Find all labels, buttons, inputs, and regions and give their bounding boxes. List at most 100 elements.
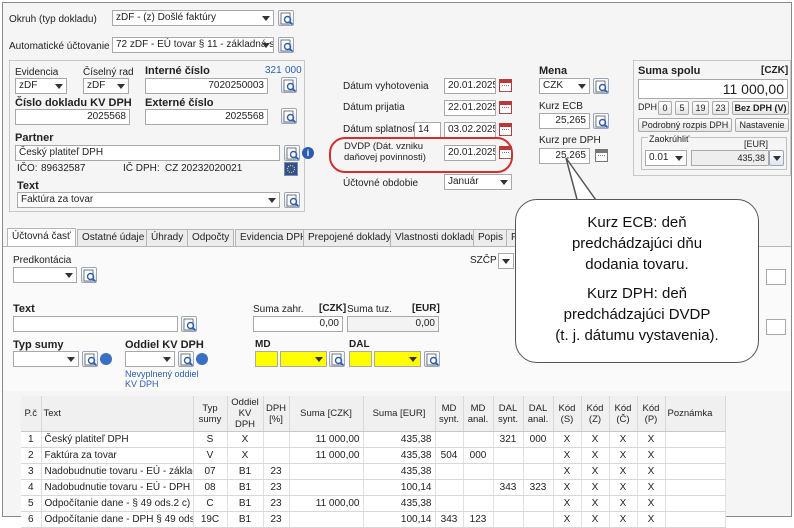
table-cell[interactable]: 323: [523, 479, 554, 496]
table-cell[interactable]: Faktúra za tovar: [41, 447, 194, 464]
search-icon[interactable]: [281, 77, 297, 93]
table-cell[interactable]: 08: [193, 479, 228, 496]
search-icon[interactable]: [593, 78, 609, 94]
table-cell[interactable]: 435,38: [363, 447, 436, 464]
table-cell[interactable]: 11 000,00: [289, 431, 364, 448]
col-header[interactable]: P.č: [21, 396, 42, 432]
table-cell[interactable]: [463, 463, 494, 480]
col-header[interactable]: Oddiel KV DPH: [227, 396, 264, 432]
search-icon[interactable]: [424, 351, 440, 367]
table-cell[interactable]: 123: [463, 511, 494, 528]
chevron-down-icon[interactable]: [769, 150, 784, 166]
table-cell[interactable]: X: [637, 495, 666, 512]
okruh-select[interactable]: zDF - (z) Došlé faktúry: [112, 10, 274, 26]
typ-sumy-select[interactable]: [13, 351, 79, 367]
text-select[interactable]: Faktúra za tovar: [17, 192, 280, 208]
table-cell[interactable]: X: [581, 431, 610, 448]
table-cell[interactable]: X: [227, 447, 264, 464]
table-cell[interactable]: [435, 495, 464, 512]
prijatia-input[interactable]: 22.01.2025: [444, 100, 496, 116]
table-cell[interactable]: B1: [227, 511, 264, 528]
table-cell[interactable]: [665, 479, 726, 496]
table-cell[interactable]: X: [553, 511, 582, 528]
table-cell[interactable]: 321: [493, 431, 524, 448]
table-cell[interactable]: [665, 511, 726, 528]
total-input[interactable]: 11 000,00: [638, 79, 788, 99]
table-cell[interactable]: X: [609, 431, 638, 448]
search-icon[interactable]: [593, 113, 609, 129]
table-cell[interactable]: 343: [435, 511, 464, 528]
tab-uhrady[interactable]: Úhrady: [146, 229, 189, 246]
col-header[interactable]: MD anal.: [463, 396, 494, 432]
calendar-icon[interactable]: [499, 101, 512, 114]
table-cell[interactable]: Odpočítanie dane - DPH § 49 ods.2 c): [41, 511, 194, 528]
ciselny-rad-select[interactable]: zDF: [83, 78, 129, 94]
md-anal-select[interactable]: [280, 351, 327, 367]
col-header[interactable]: DAL anal.: [523, 396, 554, 432]
table-cell[interactable]: X: [637, 479, 666, 496]
right-field-2[interactable]: [766, 319, 786, 335]
calendar-icon[interactable]: [499, 123, 512, 136]
rate-button[interactable]: 23: [712, 101, 729, 115]
info-icon[interactable]: [196, 353, 208, 365]
tab-ostatne-udaje[interactable]: Ostatné údaje: [77, 229, 150, 246]
table-cell[interactable]: [523, 447, 554, 464]
predkontacia-select[interactable]: [13, 267, 77, 283]
table-cell[interactable]: [435, 479, 464, 496]
table-cell[interactable]: [665, 463, 726, 480]
table-cell[interactable]: X: [553, 479, 582, 496]
bez-dph-button[interactable]: Bez DPH (V): [732, 101, 789, 115]
table-cell[interactable]: [523, 495, 554, 512]
table-cell[interactable]: X: [581, 447, 610, 464]
table-cell[interactable]: S: [193, 431, 228, 448]
mena-select[interactable]: CZK: [539, 78, 590, 94]
table-cell[interactable]: [665, 431, 726, 448]
right-field-1[interactable]: [766, 269, 786, 285]
table-cell[interactable]: [463, 479, 494, 496]
suma-zahr-input[interactable]: 0,00: [253, 316, 343, 332]
rate-button[interactable]: 0: [658, 101, 672, 115]
table-cell[interactable]: 435,38: [363, 495, 436, 512]
tab-vlastnosti-dokladu[interactable]: Vlastnosti dokladu: [390, 229, 482, 246]
table-cell[interactable]: [493, 463, 524, 480]
search-icon[interactable]: [81, 267, 97, 283]
table-cell[interactable]: X: [637, 447, 666, 464]
info-icon[interactable]: i: [302, 147, 314, 159]
table-cell[interactable]: C: [193, 495, 228, 512]
table-cell[interactable]: X: [609, 511, 638, 528]
suma-tuz-input[interactable]: 0,00: [347, 316, 439, 332]
table-cell[interactable]: 435,38: [363, 431, 436, 448]
table-cell[interactable]: 23: [263, 479, 290, 496]
col-header[interactable]: Text: [41, 396, 194, 432]
splatnosti-days-input[interactable]: 14: [414, 122, 441, 138]
dal-anal-select[interactable]: [374, 351, 421, 367]
table-cell[interactable]: 1: [21, 431, 42, 448]
col-header[interactable]: MD synt.: [435, 396, 464, 432]
table-cell[interactable]: [523, 463, 554, 480]
kurz-ecb-input[interactable]: 25,265: [539, 113, 590, 129]
table-cell[interactable]: [493, 511, 524, 528]
table-cell[interactable]: Nadobudnutie tovaru - EÚ - základ d...: [41, 463, 194, 480]
tab-evidencia-dph[interactable]: Evidencia DPH: [235, 229, 313, 246]
table-cell[interactable]: X: [609, 479, 638, 496]
table-cell[interactable]: 504: [435, 447, 464, 464]
search-icon[interactable]: [278, 37, 294, 53]
search-icon[interactable]: [284, 145, 300, 161]
vyhotovenia-input[interactable]: 20.01.2025: [444, 78, 496, 94]
table-cell[interactable]: X: [609, 495, 638, 512]
calendar-icon[interactable]: [499, 79, 512, 92]
tab-uctovna-cast[interactable]: Účtovná časť: [7, 228, 76, 246]
table-cell[interactable]: 07: [193, 463, 228, 480]
table-cell[interactable]: X: [637, 431, 666, 448]
search-icon[interactable]: [281, 108, 297, 124]
table-cell[interactable]: [493, 495, 524, 512]
col-header[interactable]: Poznámka: [665, 396, 726, 432]
table-cell[interactable]: B1: [227, 463, 264, 480]
info-icon[interactable]: [100, 353, 112, 365]
interne-input[interactable]: 7020250003: [145, 78, 268, 94]
table-cell[interactable]: X: [581, 463, 610, 480]
search-icon[interactable]: [82, 351, 98, 367]
table-row[interactable]: 5 Odpočítanie dane - § 49 ods.2 c) C B1 23 11…: [21, 495, 726, 512]
auto-select[interactable]: 72 zDF - EÚ tovar § 11 - základná sad: [112, 37, 274, 53]
table-cell[interactable]: Odpočítanie dane - § 49 ods.2 c): [41, 495, 194, 512]
